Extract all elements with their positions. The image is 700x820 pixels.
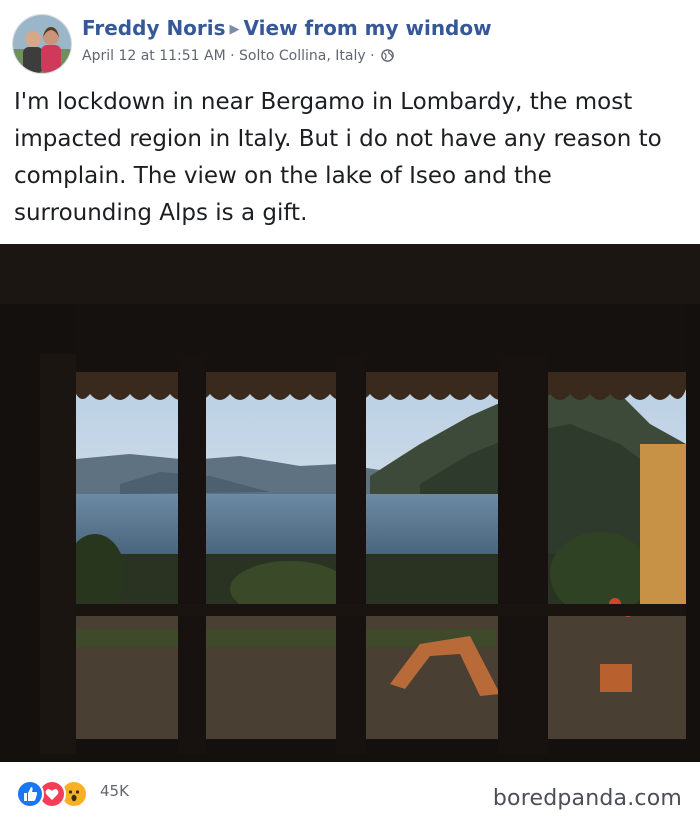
post-footer: 45K boredpanda.com bbox=[0, 762, 700, 820]
post-meta: April 12 at 11:51 AM · Solto Collina, It… bbox=[82, 48, 394, 66]
group-name[interactable]: View from my window bbox=[244, 16, 492, 40]
reaction-count[interactable]: 45K bbox=[100, 782, 129, 800]
like-icon bbox=[16, 780, 44, 808]
post-header: Freddy Noris ▶ View from my window April 1… bbox=[12, 10, 692, 74]
post-location[interactable]: Solto Collina, Italy · bbox=[239, 48, 374, 64]
post-text: I'm lockdown in near Bergamo in Lombardy… bbox=[14, 89, 662, 226]
post-photo[interactable] bbox=[0, 244, 700, 762]
avatar[interactable] bbox=[12, 14, 72, 74]
watermark: boredpanda.com bbox=[492, 786, 682, 811]
author-name[interactable]: Freddy Noris bbox=[82, 16, 226, 40]
globe-icon bbox=[381, 49, 394, 66]
avatar-photo bbox=[13, 15, 71, 73]
post-date[interactable]: April 12 at 11:51 AM bbox=[82, 48, 226, 64]
right-arrow-icon: ▶ bbox=[229, 22, 240, 37]
meta-separator: · bbox=[230, 48, 235, 64]
post-title-line: Freddy Noris ▶ View from my window bbox=[82, 16, 492, 40]
